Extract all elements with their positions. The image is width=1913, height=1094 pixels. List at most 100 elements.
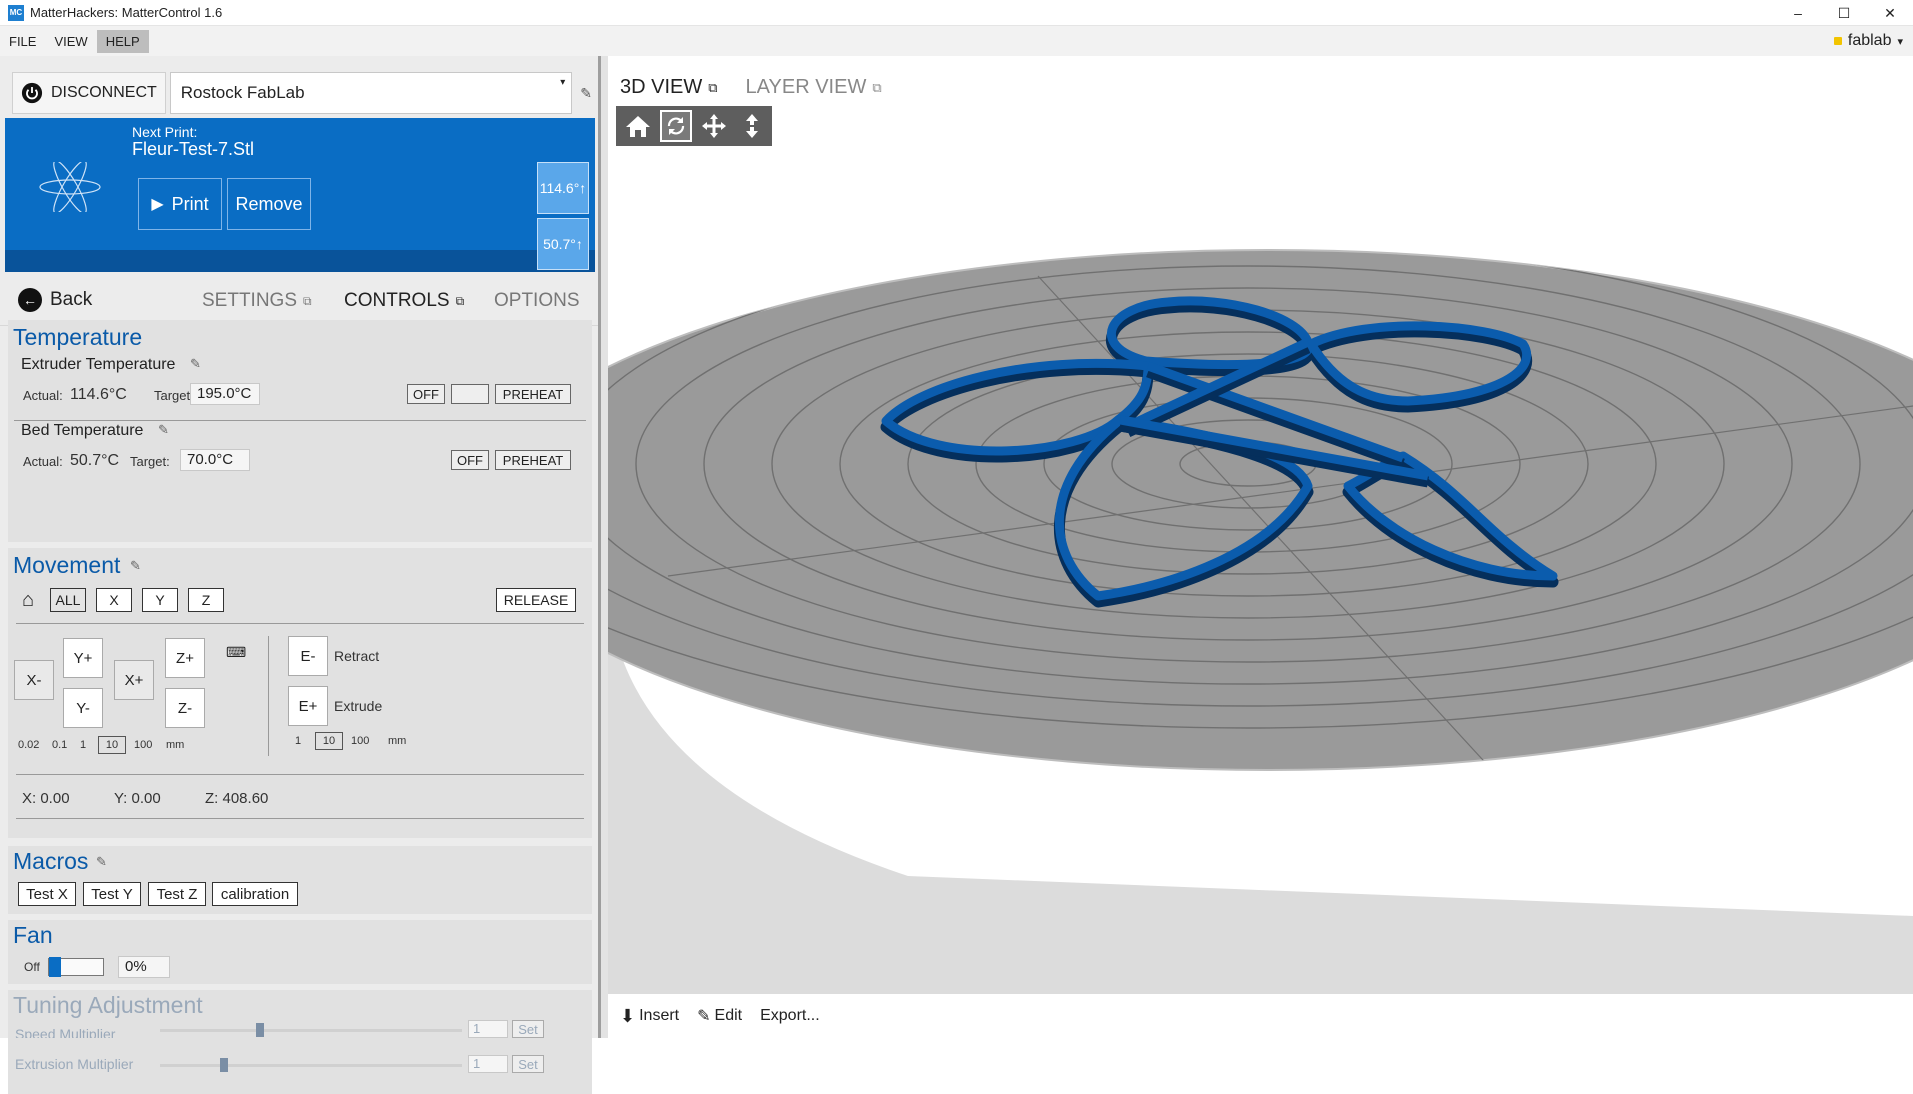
tab-3d-view-label: 3D VIEW <box>620 76 703 98</box>
step-option-selected[interactable]: 10 <box>98 736 126 754</box>
part-thumbnail <box>39 162 101 212</box>
edit-button[interactable]: ✎ Edit <box>697 1006 742 1026</box>
chevron-down-icon: ▾ <box>560 77 566 88</box>
edit-icon[interactable]: ✎ <box>190 356 201 372</box>
speed-multiplier-input[interactable]: 1 <box>468 1020 508 1038</box>
home-z-button[interactable]: Z <box>188 588 224 612</box>
back-button[interactable]: ← Back <box>18 288 92 312</box>
jog-x-minus-button[interactable]: X- <box>14 660 54 700</box>
keyboard-icon[interactable]: ⌨ <box>226 644 246 661</box>
back-label: Back <box>50 289 93 310</box>
bed-target-input[interactable]: 70.0°C <box>180 449 250 471</box>
menu-help[interactable]: HELP <box>96 29 149 53</box>
edit-icon[interactable]: ✎ <box>130 558 141 574</box>
view-tabs: 3D VIEW ⧉ LAYER VIEW ⧉ <box>620 76 882 99</box>
slider-thumb[interactable] <box>256 1023 264 1037</box>
edit-printer-icon[interactable]: ✎ <box>580 85 592 102</box>
tab-settings[interactable]: SETTINGS ⧉ <box>202 290 312 312</box>
jog-e-minus-button[interactable]: E- <box>288 636 328 676</box>
step-option[interactable]: 1 <box>295 735 301 747</box>
play-icon: ▶ <box>151 196 164 213</box>
print-button[interactable]: ▶ Print <box>138 178 222 230</box>
step-option[interactable]: 100 <box>134 739 152 751</box>
jog-z-plus-button[interactable]: Z+ <box>165 638 205 678</box>
menu-file[interactable]: FILE <box>0 30 45 53</box>
macro-button[interactable]: Test Z <box>148 882 206 906</box>
title-bar: MC MatterHackers: MatterControl 1.6 – ☐ … <box>0 0 1913 26</box>
menu-view[interactable]: VIEW <box>45 30 96 53</box>
step-option[interactable]: 100 <box>351 735 369 747</box>
tab-controls-label: CONTROLS <box>344 290 450 311</box>
tab-controls[interactable]: CONTROLS ⧉ <box>344 290 464 312</box>
extruder-target-input[interactable]: 195.0°C <box>190 383 260 405</box>
jog-y-minus-button[interactable]: Y- <box>63 688 103 728</box>
position-y: Y: 0.00 <box>114 790 161 807</box>
speed-slider[interactable] <box>160 1023 462 1037</box>
move-icon[interactable] <box>698 110 730 142</box>
home-y-button[interactable]: Y <box>142 588 178 612</box>
insert-button[interactable]: ⬇ Insert <box>620 1006 679 1027</box>
fan-panel: Fan Off 0% <box>8 920 592 984</box>
maximize-button[interactable]: ☐ <box>1821 0 1867 26</box>
extrusion-set-button[interactable]: Set <box>512 1055 544 1073</box>
jog-x-plus-button[interactable]: X+ <box>114 660 154 700</box>
macro-button[interactable]: Test Y <box>83 882 141 906</box>
panel-splitter[interactable] <box>598 56 608 1038</box>
edit-icon[interactable]: ✎ <box>96 854 107 870</box>
bed-off-button[interactable]: OFF <box>451 450 489 470</box>
toggle-knob[interactable] <box>49 957 61 977</box>
tab-layer-view[interactable]: LAYER VIEW ⧉ <box>746 76 882 99</box>
user-menu[interactable]: fablab ▾ <box>1833 32 1903 50</box>
step-option-selected[interactable]: 10 <box>315 732 343 750</box>
3d-viewport[interactable] <box>608 156 1913 994</box>
extruder-preheat-button[interactable]: PREHEAT <box>495 384 571 404</box>
export-button[interactable]: Export... <box>760 1007 820 1025</box>
speed-multiplier-label: Speed Multiplier <box>15 1026 116 1038</box>
disconnect-button[interactable]: DISCONNECT <box>12 72 166 114</box>
jog-z-minus-button[interactable]: Z- <box>165 688 205 728</box>
unit-label: mm <box>388 735 407 747</box>
bed-preheat-button[interactable]: PREHEAT <box>495 450 571 470</box>
step-option[interactable]: 1 <box>80 739 86 751</box>
connection-row: DISCONNECT Rostock FabLab ▾ ✎ <box>12 72 592 114</box>
edit-icon[interactable]: ✎ <box>158 422 169 438</box>
tab-options[interactable]: OPTIONS <box>494 290 580 312</box>
speed-set-button[interactable]: Set <box>512 1020 544 1038</box>
fan-toggle[interactable] <box>48 957 104 977</box>
close-button[interactable]: ✕ <box>1867 0 1913 26</box>
divider <box>16 623 584 624</box>
home-x-button[interactable]: X <box>96 588 132 612</box>
settings-tabs: ← Back SETTINGS ⧉ CONTROLS ⧉ OPTIONS <box>0 276 598 326</box>
rotate-icon[interactable] <box>660 110 692 142</box>
tab-layer-view-label: LAYER VIEW <box>745 76 867 98</box>
jog-e-plus-button[interactable]: E+ <box>288 686 328 726</box>
printer-select[interactable]: Rostock FabLab ▾ <box>169 72 573 114</box>
extrusion-multiplier-input[interactable]: 1 <box>468 1055 508 1073</box>
next-print-file: Fleur-Test-7.Stl <box>132 139 255 159</box>
tab-3d-view[interactable]: 3D VIEW ⧉ <box>620 76 718 99</box>
bed-temp-tile[interactable]: 50.7°↑ <box>537 218 589 270</box>
window-controls: – ☐ ✕ <box>1775 0 1913 26</box>
step-option[interactable]: 0.02 <box>18 739 39 751</box>
temperature-panel: Temperature Extruder Temperature ✎ Actua… <box>8 320 592 542</box>
extrusion-slider[interactable] <box>160 1058 462 1072</box>
extruder-off-button[interactable]: OFF <box>407 384 445 404</box>
macro-button[interactable]: Test X <box>18 882 76 906</box>
home-icon[interactable] <box>622 110 654 142</box>
step-option[interactable]: 0.1 <box>52 739 67 751</box>
jog-y-plus-button[interactable]: Y+ <box>63 638 103 678</box>
zoom-icon[interactable] <box>736 110 768 142</box>
movement-panel: Movement ✎ ⌂ ALL X Y Z RELEASE X- Y+ Y- … <box>8 548 592 838</box>
remove-button[interactable]: Remove <box>227 178 311 230</box>
release-button[interactable]: RELEASE <box>496 588 576 612</box>
left-panel: DISCONNECT Rostock FabLab ▾ ✎ Next Print… <box>0 56 598 1094</box>
fan-speed-input[interactable]: 0% <box>118 956 170 978</box>
extruder-preset-button[interactable] <box>451 384 489 404</box>
minimize-button[interactable]: – <box>1775 0 1821 26</box>
home-all-button[interactable]: ALL <box>50 588 86 612</box>
extruder-temp-tile[interactable]: 114.6°↑ <box>537 162 589 214</box>
macro-button[interactable]: calibration <box>212 882 298 906</box>
slider-thumb[interactable] <box>220 1058 228 1072</box>
tab-options-label: OPTIONS <box>494 290 580 311</box>
home-icon[interactable]: ⌂ <box>22 589 34 612</box>
